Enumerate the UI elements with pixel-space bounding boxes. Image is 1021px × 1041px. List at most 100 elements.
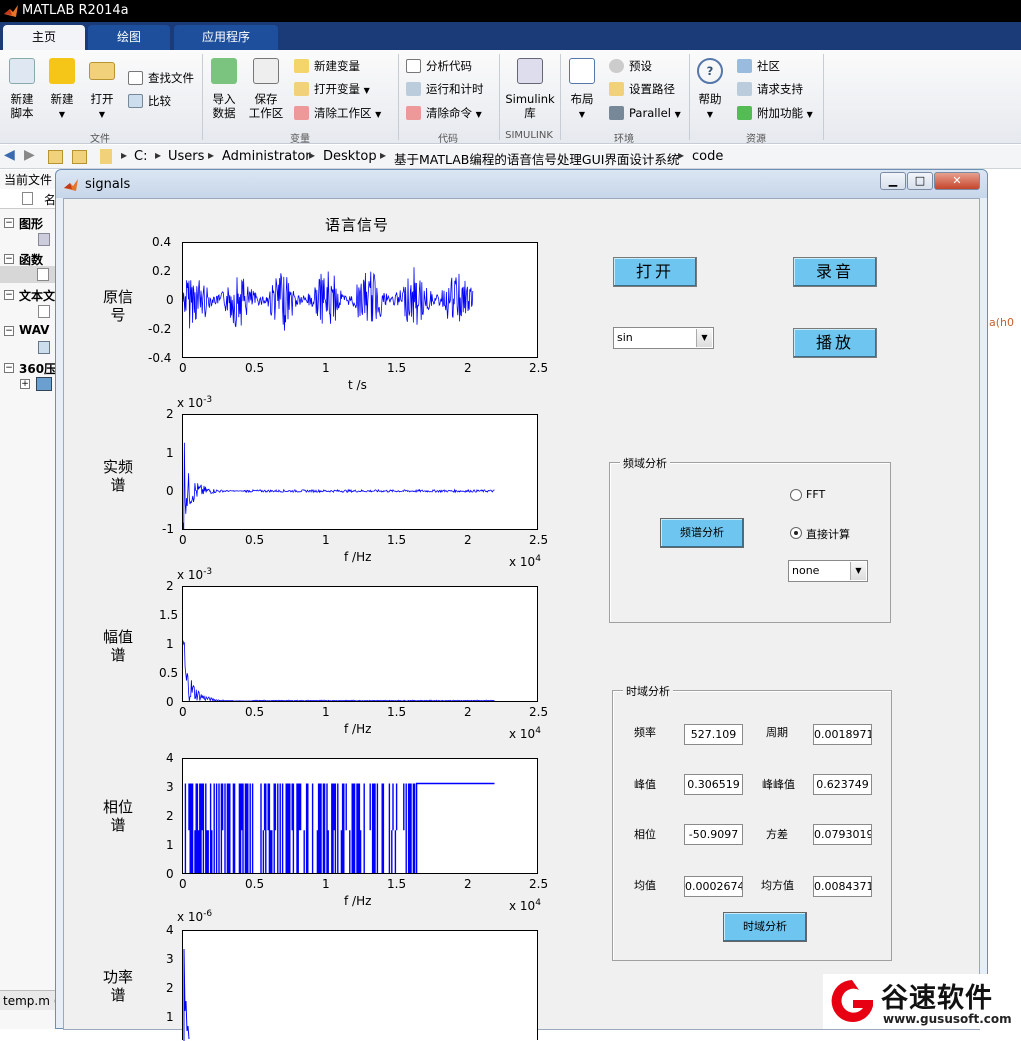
xtick: 1.5 [387,705,407,719]
xtick: 1.5 [387,877,407,891]
trace-path [183,442,495,529]
peak-to-peak-field[interactable]: 0.623749 [813,774,872,795]
clear-commands-button[interactable]: 清除命令 ▼ [406,103,482,123]
fig-file-icon[interactable] [38,233,50,246]
archive-icon[interactable] [36,377,52,391]
tab-home[interactable]: 主页 [3,25,85,50]
open-variable-icon [294,82,309,96]
collapse-icon[interactable]: − [4,218,14,228]
request-support-button[interactable]: 请求支持 [737,79,803,99]
mean-field[interactable]: 0.00026744 [684,876,743,897]
collapse-icon[interactable]: − [4,290,14,300]
xtick: 2 [464,361,472,375]
community-button[interactable]: 社区 [737,56,780,76]
signal-select[interactable]: sin ▼ [613,327,714,349]
tab-apps[interactable]: 应用程序 [174,25,278,50]
time-analysis-button[interactable]: 时域分析 [723,912,807,942]
clear-workspace-button[interactable]: 清除工作区 ▼ [294,103,381,123]
matlab-logo-icon [64,179,78,191]
xtick: 1 [322,533,330,547]
signals-window: signals ▁ □ ✕ 语言信号 原信 号 0.4 0.2 0 -0.2 -… [55,169,988,1041]
breadcrumb-project[interactable]: 基于MATLAB编程的语音信号处理GUI界面设计系统 [394,149,679,168]
mean-label: 均值 [634,879,656,892]
breadcrumb-administrator[interactable]: Administrator [222,149,311,164]
phase-field[interactable]: -50.9097 [684,824,743,845]
expand-icon[interactable]: + [20,379,30,389]
tree-item-text[interactable]: 文本文 [19,287,55,304]
panel-header: 当前文件 [4,173,53,187]
tree-item-figures[interactable]: 图形 [19,215,43,232]
forward-arrow-icon[interactable]: ▶ [24,147,35,163]
chevron-down-icon: ▼ [98,110,106,119]
back-arrow-icon[interactable]: ◀ [4,147,15,163]
play-button[interactable]: 播放 [793,328,877,358]
spectrum-line [183,442,495,529]
tab-plots[interactable]: 绘图 [88,25,170,50]
spectrum-analysis-button[interactable]: 频谱分析 [660,518,744,548]
direct-calc-radio-label: 直接计算 [806,528,850,541]
addons-button[interactable]: 附加功能 ▼ [737,103,813,123]
up-folder-icon[interactable] [48,150,63,164]
run-time-button[interactable]: 运行和计时 [406,79,484,99]
text-file-icon[interactable] [38,305,50,318]
y-exponent: x 10-6 [177,909,213,924]
new-variable-button[interactable]: 新建变量 [294,56,360,76]
breadcrumb-separator: ▸ [121,148,128,162]
direct-calc-radio[interactable] [790,527,802,539]
chevron-down-icon: ▼ [475,110,482,119]
variance-label: 方差 [766,828,788,841]
chevron-down-icon: ▼ [696,329,712,347]
ytick: 1 [166,1010,174,1024]
close-button[interactable]: ✕ [934,172,980,190]
peak-field[interactable]: 0.306519 [684,774,743,795]
record-button[interactable]: 录音 [793,257,877,287]
variance-field[interactable]: 0.0793019 [813,824,872,845]
breadcrumb-drive[interactable]: C: [134,149,147,164]
xtick: 2 [464,533,472,547]
breadcrumb-desktop[interactable]: Desktop [323,149,377,164]
breadcrumb-code[interactable]: code [692,149,723,164]
breadcrumb-users[interactable]: Users [168,149,204,164]
open-button[interactable]: 打开 [613,257,697,287]
collapse-icon[interactable]: − [4,326,14,336]
maximize-button[interactable]: □ [907,172,933,190]
wav-file-icon[interactable] [38,341,50,354]
group-divider [560,54,561,140]
x-exponent: x 104 [509,554,541,569]
browse-folder-icon[interactable] [72,150,87,164]
minimize-button[interactable]: ▁ [880,172,906,190]
window-titlebar[interactable]: signals ▁ □ ✕ [56,170,987,198]
tree-item-archive[interactable]: 360压 [19,360,56,377]
set-path-icon [609,82,624,96]
set-path-button[interactable]: 设置路径 [609,79,675,99]
window-select[interactable]: none ▼ [788,560,868,582]
find-files-button[interactable]: 查找文件 [128,68,194,88]
ytick: 0 [166,484,174,498]
preferences-button[interactable]: 预设 [609,56,652,76]
plot-amplitude-spectrum [182,586,538,702]
xtick: 2.5 [529,705,549,719]
gui-client-area: 语言信号 原信 号 0.4 0.2 0 -0.2 -0.4 0 0.5 1 1.… [63,198,980,1041]
fft-radio[interactable] [790,489,802,501]
tree-item-wav[interactable]: WAV [19,323,49,337]
period-field[interactable]: 0.00189714 [813,724,872,745]
collapse-icon[interactable]: − [4,363,14,373]
compare-button[interactable]: 比较 [128,91,171,111]
plot-title: 语言信号 [325,216,390,234]
parallel-button[interactable]: Parallel ▼ [609,103,681,123]
plot-phase-spectrum [182,758,538,874]
gear-icon [609,59,624,73]
collapse-icon[interactable]: − [4,254,14,264]
open-variable-button[interactable]: 打开变量 ▼ [294,79,370,99]
analyze-code-button[interactable]: 分析代码 [406,56,472,76]
xtick: 1.5 [387,361,407,375]
frequency-field[interactable]: 527.109 [684,724,743,745]
ytick: 0.4 [152,235,172,249]
ytick: 2 [166,981,174,995]
ytick: 3 [166,952,174,966]
mean-square-field[interactable]: 0.00843712 [813,876,872,897]
plot3-ylabel: 幅值 谱 [102,628,133,664]
trace-path [183,640,495,701]
selected-row[interactable] [0,266,58,283]
plot-original-signal [182,242,538,358]
